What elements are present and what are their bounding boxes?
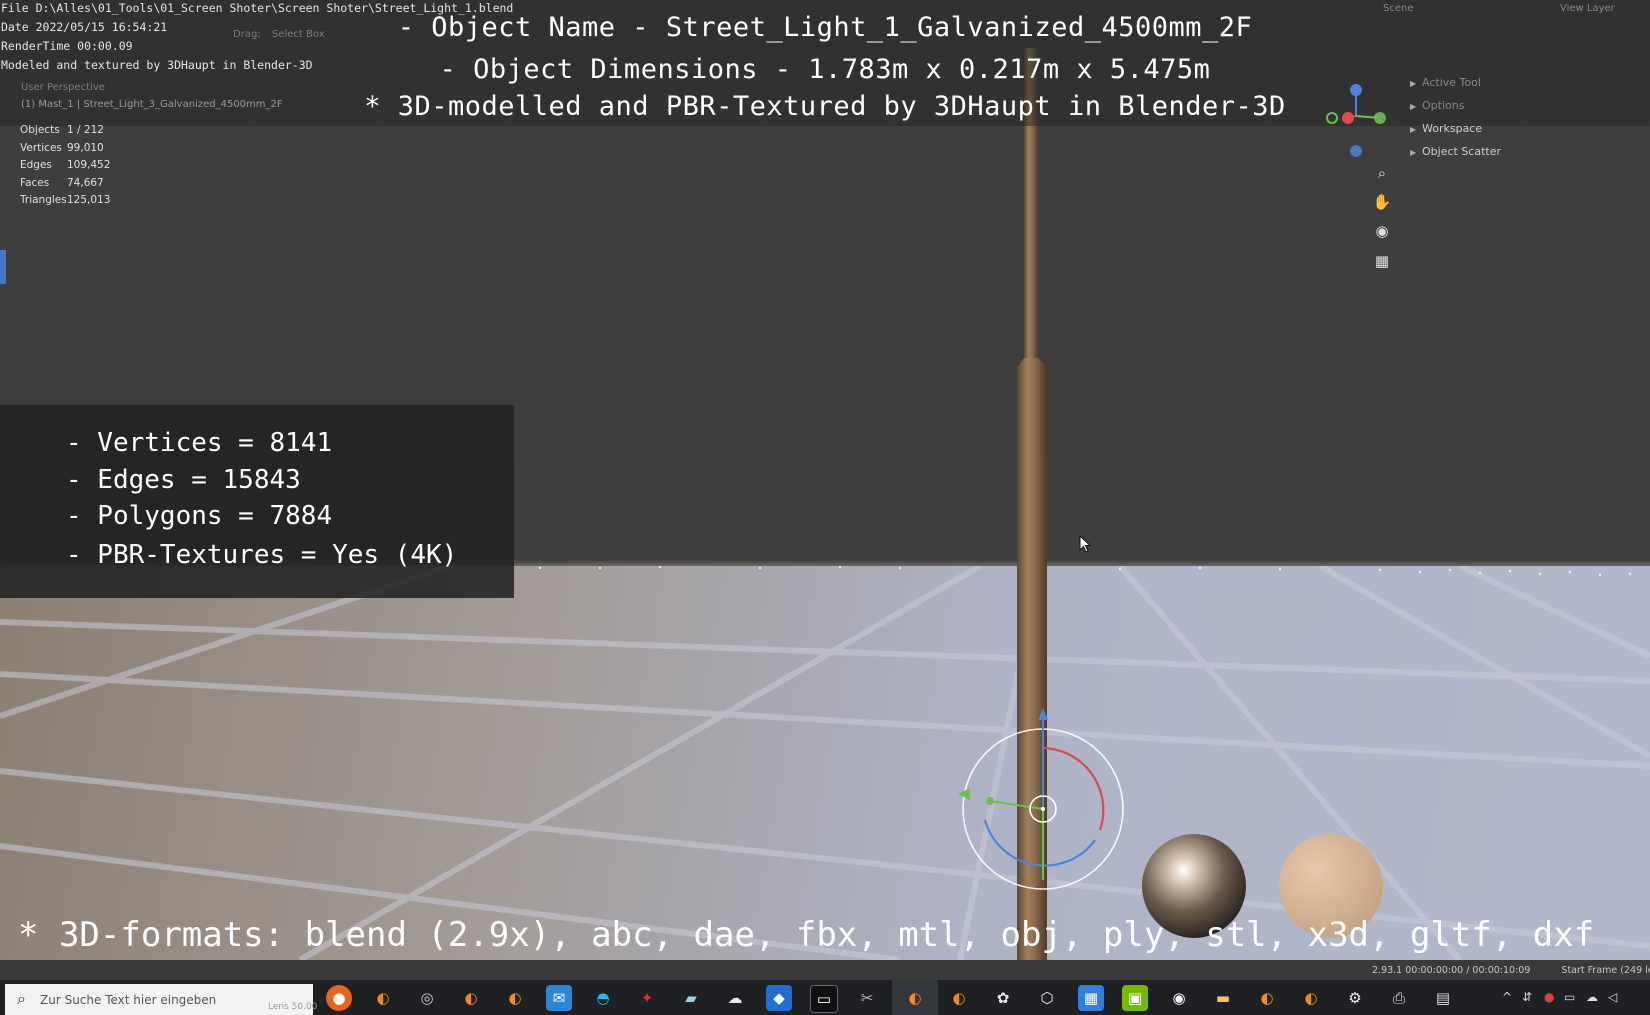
blender-icon[interactable]: ◐ xyxy=(902,985,928,1011)
poly-edges: - Edges = 15843 xyxy=(66,465,301,495)
lens-readout: Lens 50.00 xyxy=(268,1002,318,1012)
stat-label: Vertices xyxy=(20,141,62,154)
remote-icon[interactable]: ▤ xyxy=(1430,985,1456,1011)
stat-value: 99,010 xyxy=(67,141,104,154)
cloud-icon[interactable]: ☁ xyxy=(722,985,748,1011)
zoom-icon[interactable]: ⌕ xyxy=(1372,163,1392,183)
status-bar-info: 2.93.1 00:00:00:00 / 00:00:10:09 Start F… xyxy=(1372,965,1650,976)
poly-polygons: - Polygons = 7884 xyxy=(66,501,333,531)
stat-value: 1 / 212 xyxy=(67,124,104,136)
printer-icon[interactable]: ⎙ xyxy=(1386,985,1412,1011)
poly-textures: - PBR-Textures = Yes (4K) xyxy=(66,540,458,570)
search-icon: ⌕ xyxy=(17,989,26,1008)
stat-row: Vertices 99,010 xyxy=(20,142,110,160)
stat-row: Edges 109,452 xyxy=(20,159,110,177)
search-placeholder: Zur Suche Text hier eingeben xyxy=(40,993,217,1007)
toolbar-accent xyxy=(0,250,6,284)
shield-icon[interactable]: ◆ xyxy=(766,985,792,1011)
stat-label: Triangles xyxy=(20,194,67,206)
blender-icon[interactable]: ◐ xyxy=(946,985,972,1011)
panel-object-scatter[interactable]: ▶ Object Scatter xyxy=(1410,145,1501,158)
panel-label: Workspace xyxy=(1422,122,1483,135)
settings-icon[interactable]: ⚙ xyxy=(1342,985,1368,1011)
floor-plane xyxy=(0,566,1650,960)
tray-antivirus-icon[interactable]: ● xyxy=(1544,990,1554,1004)
cube-icon[interactable]: ⬡ xyxy=(1034,985,1060,1011)
panel-label: Active Tool xyxy=(1422,76,1481,89)
panel-label: Object Scatter xyxy=(1422,145,1502,158)
tools-icon[interactable]: ✂ xyxy=(854,985,880,1011)
scene-selector[interactable]: Scene xyxy=(1383,3,1414,14)
taskbar-search[interactable]: ⌕ Zur Suche Text hier eingeben xyxy=(5,984,313,1015)
tray-volume-icon[interactable]: ◁ xyxy=(1608,990,1617,1004)
stat-value: 109,452 xyxy=(67,159,111,171)
nvidia-icon[interactable]: ▣ xyxy=(1122,985,1148,1011)
blender-icon[interactable]: ◐ xyxy=(1254,985,1280,1011)
stat-row: Triangles 125,013 xyxy=(20,194,110,212)
tray-network-icon[interactable]: ⇵ xyxy=(1522,990,1532,1004)
terminal-icon[interactable]: ▭ xyxy=(810,985,838,1013)
panel-label: Options xyxy=(1422,99,1465,112)
blender-icon[interactable]: ◐ xyxy=(502,985,528,1011)
camera-icon[interactable]: ◉ xyxy=(1372,221,1392,241)
stat-value: 125,013 xyxy=(67,194,111,206)
circle-app-icon[interactable]: ◉ xyxy=(1166,985,1192,1011)
stat-row: Objects 1 / 212 xyxy=(20,124,110,142)
stat-value: 74,667 xyxy=(67,176,104,189)
panel-workspace[interactable]: ▶ Workspace xyxy=(1410,122,1482,135)
notes-icon[interactable]: ▰ xyxy=(678,985,704,1011)
firefox-icon[interactable]: ● xyxy=(326,985,352,1011)
calendar-icon[interactable]: ▦ xyxy=(1078,985,1104,1011)
version-timecode: 2.93.1 00:00:00:00 / 00:00:10:09 xyxy=(1372,965,1531,976)
formats-caption: * 3D-formats: blend (2.9x), abc, dae, fb… xyxy=(18,915,1595,955)
stat-label: Objects xyxy=(20,124,60,136)
stat-label: Faces xyxy=(20,176,50,189)
expand-arrow-icon: ▶ xyxy=(1410,125,1417,134)
blender-icon[interactable]: ◐ xyxy=(1298,985,1324,1011)
poly-vertices: - Vertices = 8141 xyxy=(66,428,333,458)
scene-statistics: Objects 1 / 212 Vertices 99,010 Edges 109,4… xyxy=(20,124,110,212)
expand-arrow-icon: ▶ xyxy=(1410,148,1417,157)
pan-hand-icon[interactable]: ✋ xyxy=(1372,192,1392,212)
panda-icon[interactable]: ✿ xyxy=(990,985,1016,1011)
transform-gizmo[interactable] xyxy=(930,690,1130,910)
tray-cloud-icon[interactable]: ☁ xyxy=(1586,990,1598,1004)
app-red-icon[interactable]: ✦ xyxy=(634,985,660,1011)
tray-chevron-icon[interactable]: ^ xyxy=(1502,990,1512,1004)
expand-arrow-icon: ▶ xyxy=(1410,79,1417,88)
folder-icon[interactable]: ▬ xyxy=(1210,985,1236,1011)
stat-label: Edges xyxy=(20,159,52,171)
edge-icon[interactable]: ◓ xyxy=(590,985,616,1011)
expand-arrow-icon: ▶ xyxy=(1410,102,1417,111)
panel-active-tool[interactable]: ▶ Active Tool xyxy=(1410,76,1481,89)
panel-options[interactable]: ▶ Options xyxy=(1410,99,1464,112)
windows-taskbar: ⌕ Zur Suche Text hier eingeben Lens 50.0… xyxy=(0,980,1650,1015)
mail-icon[interactable]: ✉ xyxy=(546,985,572,1011)
axis-navigation-gizmo[interactable] xyxy=(1318,78,1390,162)
tray-battery-icon[interactable]: ▭ xyxy=(1564,990,1575,1004)
obs-icon[interactable]: ◎ xyxy=(414,985,440,1011)
view-layer-selector[interactable]: View Layer xyxy=(1560,3,1615,14)
start-frame: Start Frame (249 le xyxy=(1561,965,1650,976)
blender-icon[interactable]: ◐ xyxy=(370,985,396,1011)
stat-row: Faces 74,667 xyxy=(20,177,110,195)
blender-icon[interactable]: ◐ xyxy=(458,985,484,1011)
headline-credit: * 3D-modelled and PBR-Textured by 3DHaup… xyxy=(364,91,1286,122)
grid-icon[interactable]: ▦ xyxy=(1372,251,1392,271)
headline-object-name: - Object Name - Street_Light_1_Galvanize… xyxy=(397,12,1253,43)
headline-dimensions: - Object Dimensions - 1.783m x 0.217m x … xyxy=(439,54,1211,85)
mouse-cursor-icon xyxy=(1079,535,1091,553)
